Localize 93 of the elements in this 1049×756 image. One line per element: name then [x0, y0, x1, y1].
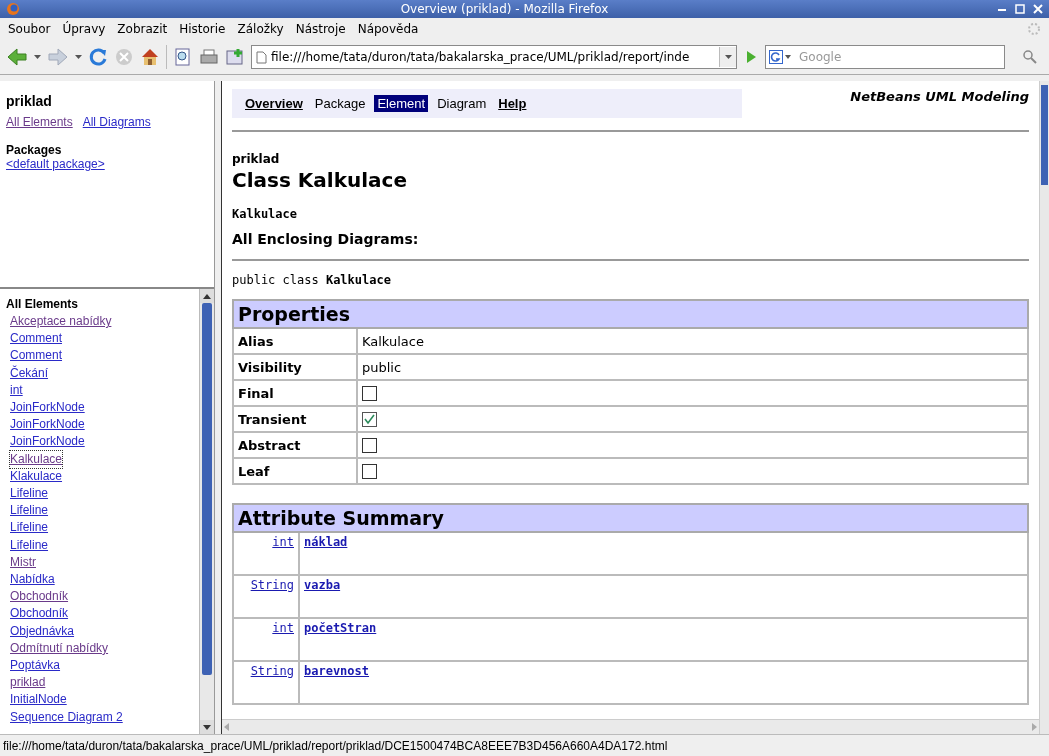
- property-name: Alias: [233, 328, 357, 354]
- window-title: Overview (priklad) - Mozilla Firefox: [399, 2, 610, 16]
- nav-tab[interactable]: Overview: [242, 95, 306, 112]
- scroll-down-icon[interactable]: [203, 724, 211, 730]
- list-link[interactable]: InitialNode: [10, 691, 67, 709]
- list-link[interactable]: Lifeline: [10, 519, 49, 537]
- list-link[interactable]: Klakulace: [10, 467, 63, 486]
- search-icon[interactable]: [1022, 49, 1038, 65]
- home-icon[interactable]: [140, 47, 160, 67]
- class-declaration: public class Kalkulace: [232, 273, 392, 287]
- list-link[interactable]: Sequence Diagram 2: [10, 708, 123, 726]
- list-link[interactable]: Obchodník: [10, 588, 69, 606]
- table-title: Attribute Summary: [233, 504, 1028, 532]
- back-arrow-icon[interactable]: [6, 47, 28, 67]
- list-link[interactable]: priklad: [10, 674, 46, 692]
- list-link[interactable]: Nabídka: [10, 571, 55, 589]
- menu-item[interactable]: Nápověda: [357, 21, 419, 37]
- section-heading: All Enclosing Diagrams:: [232, 231, 420, 247]
- package-title: priklad: [6, 93, 53, 109]
- property-name: Visibility: [233, 354, 357, 380]
- list-link[interactable]: JoinForkNode: [10, 433, 85, 451]
- index-link[interactable]: All Diagrams: [82, 115, 151, 129]
- property-name: Transient: [233, 406, 357, 432]
- menu-item[interactable]: Historie: [179, 21, 226, 37]
- scrollbar[interactable]: [199, 289, 214, 734]
- checkbox[interactable]: [362, 463, 377, 479]
- menu-item[interactable]: Nástroje: [295, 21, 346, 37]
- caret-icon[interactable]: [34, 54, 41, 60]
- scroll-up-icon[interactable]: [203, 293, 211, 299]
- nav-tab[interactable]: Diagram: [434, 95, 490, 112]
- attribute-link[interactable]: početStran: [304, 621, 377, 635]
- property-value: Kalkulace: [357, 328, 1028, 354]
- property-value: public: [357, 354, 1028, 380]
- list-link[interactable]: JoinForkNode: [10, 399, 85, 417]
- menu-item[interactable]: Soubor: [8, 21, 51, 37]
- checkbox[interactable]: [362, 411, 377, 427]
- brand-text: NetBeans UML Modeling: [850, 89, 1029, 104]
- attribute-link[interactable]: náklad: [304, 535, 348, 549]
- page-icon: [256, 50, 267, 64]
- package-name: priklad: [232, 152, 281, 166]
- list-link[interactable]: Odmítnutí nabídky: [10, 639, 109, 658]
- print-preview-icon[interactable]: [173, 47, 193, 67]
- list-link[interactable]: Objednávka: [10, 622, 75, 640]
- list-link[interactable]: Lifeline: [10, 536, 49, 554]
- section-heading: Packages: [6, 143, 63, 157]
- list-link[interactable]: Čekání: [10, 364, 49, 382]
- list-link[interactable]: JoinForkNode: [10, 416, 85, 434]
- list-link[interactable]: Mistr: [10, 553, 36, 572]
- address-field[interactable]: file:///home/tata/duron/tata/bakalarska_prace/UML/priklad/report/inde: [251, 45, 737, 69]
- class-name: Kalkulace: [232, 207, 298, 221]
- throbber-icon: [1027, 22, 1041, 36]
- printer-icon[interactable]: [199, 47, 219, 67]
- nav-tab[interactable]: Help: [495, 95, 530, 112]
- menu-item[interactable]: Úpravy: [62, 21, 106, 37]
- list-link[interactable]: Obchodník: [10, 605, 69, 623]
- attribute-link[interactable]: vazba: [304, 578, 341, 592]
- attribute-link[interactable]: barevnost: [304, 664, 370, 678]
- package-link[interactable]: <default package>: [6, 157, 105, 171]
- menu-item[interactable]: Zobrazit: [117, 21, 168, 37]
- checkbox[interactable]: [362, 385, 377, 401]
- section-heading: All Elements: [6, 297, 80, 311]
- nav-tab[interactable]: Element: [374, 95, 429, 112]
- property-name: Leaf: [233, 458, 357, 484]
- list-link[interactable]: Poptávka: [10, 657, 61, 675]
- caret-icon[interactable]: [75, 54, 82, 60]
- nav-tab[interactable]: Package: [311, 95, 369, 112]
- search-engine-icon[interactable]: [769, 50, 793, 64]
- firefox-icon: [6, 2, 20, 16]
- list-link[interactable]: Kalkulace: [10, 450, 63, 468]
- list-link[interactable]: Lifeline: [10, 502, 49, 520]
- caret-icon[interactable]: [724, 54, 732, 60]
- list-link[interactable]: Comment: [10, 330, 62, 348]
- list-link[interactable]: Lifeline: [10, 485, 49, 503]
- close-icon[interactable]: [1033, 4, 1043, 14]
- checkbox[interactable]: [362, 437, 377, 453]
- reload-icon[interactable]: [88, 47, 108, 67]
- new-tab-icon[interactable]: [225, 47, 245, 67]
- property-name: Final: [233, 380, 357, 406]
- table-title: Properties: [233, 300, 1028, 328]
- status-bar: file:///home/tata/duron/tata/bakalarska_prace/UML/priklad/report/priklad/DCE1500474BCA8EEE7B3D456A660A4DA172.html: [0, 734, 1049, 756]
- type-link[interactable]: int: [272, 535, 294, 549]
- type-link[interactable]: int: [272, 621, 294, 635]
- menu-item[interactable]: Záložky: [237, 21, 284, 37]
- scrollbar[interactable]: [1039, 81, 1049, 734]
- class-title: Class Kalkulace: [232, 168, 408, 192]
- list-link[interactable]: Akceptace nabídky: [10, 313, 112, 331]
- search-field[interactable]: Google: [765, 45, 1005, 69]
- pane-splitter[interactable]: [214, 81, 222, 734]
- maximize-icon[interactable]: [1015, 4, 1025, 14]
- index-link[interactable]: All Elements: [6, 115, 73, 129]
- list-link[interactable]: int: [10, 381, 23, 399]
- property-name: Abstract: [233, 432, 357, 458]
- list-link[interactable]: Comment: [10, 347, 62, 365]
